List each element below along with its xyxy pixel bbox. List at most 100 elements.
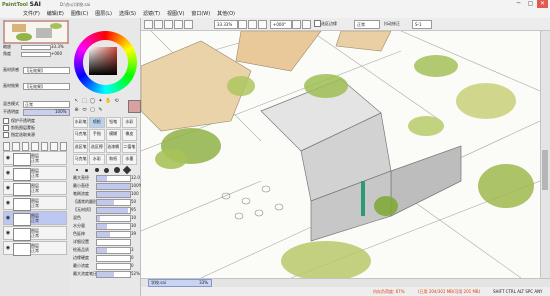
- brush-select-eraser[interactable]: 选区擦: [89, 141, 105, 153]
- zoom-icon[interactable]: ⊕: [73, 107, 80, 114]
- brush-blur[interactable]: 模糊: [105, 129, 121, 141]
- brush-param-slider[interactable]: [96, 183, 131, 190]
- rotate-left-icon[interactable]: [248, 20, 257, 29]
- menu-file[interactable]: 文件(F): [21, 10, 42, 18]
- brush-watercolor-2[interactable]: 水彩: [89, 153, 105, 165]
- brush-size-preset-4[interactable]: [103, 167, 110, 173]
- menu-select[interactable]: 选择(S): [117, 10, 138, 18]
- blend-select[interactable]: 正常: [23, 101, 70, 108]
- merge-down-icon[interactable]: [40, 142, 49, 151]
- delete-layer-icon[interactable]: [59, 142, 67, 151]
- brush-param-slider[interactable]: [96, 199, 131, 206]
- brush-param-slider[interactable]: [96, 263, 131, 270]
- brush-param-slider[interactable]: [96, 231, 131, 238]
- brush-bucket[interactable]: 油漆桶: [105, 141, 121, 153]
- flip-icon[interactable]: [302, 20, 311, 29]
- effect-select[interactable]: 【无效果】: [23, 83, 70, 90]
- brush-param-slider[interactable]: [96, 215, 131, 222]
- minimize-button[interactable]: ─: [513, 0, 524, 8]
- brush-param-slider[interactable]: [96, 239, 131, 246]
- navigator-preview[interactable]: [3, 20, 69, 44]
- rotate-icon[interactable]: ⟲: [113, 98, 120, 105]
- brush-param-slider[interactable]: [96, 255, 131, 262]
- drawing-canvas[interactable]: [141, 31, 540, 278]
- layer-item[interactable]: ◉ 图层 正常: [3, 196, 67, 211]
- brush-binary[interactable]: 二值笔: [121, 141, 137, 153]
- new-linework-icon[interactable]: [12, 142, 20, 151]
- frame-icon[interactable]: ▢: [89, 107, 96, 114]
- move-icon[interactable]: ↖: [73, 98, 80, 105]
- brush-param-slider[interactable]: [96, 207, 131, 214]
- document-tab[interactable]: 学校.sai 33%: [148, 279, 212, 287]
- stabilizer-select[interactable]: S-1: [412, 20, 432, 29]
- eye-icon[interactable]: ◉: [5, 230, 11, 236]
- menu-window[interactable]: 窗口(W): [189, 10, 212, 18]
- brush-size-preset-5[interactable]: [113, 167, 120, 173]
- rect-select-icon[interactable]: ⬚: [81, 98, 88, 105]
- lasso-icon[interactable]: ⬭: [81, 107, 88, 114]
- layer-item[interactable]: ◉ 图层 正常: [3, 211, 67, 226]
- layer-item[interactable]: ◉ 图层 正常: [3, 226, 67, 241]
- hand-icon[interactable]: ✋: [105, 98, 112, 105]
- brush-param-slider[interactable]: [96, 247, 131, 254]
- transfer-down-icon[interactable]: [31, 142, 39, 151]
- layer-item[interactable]: ◉ 图层 正常: [3, 181, 67, 196]
- invert-icon[interactable]: [164, 20, 173, 29]
- ellipse-select-icon[interactable]: ◯: [89, 98, 96, 105]
- zoom-in-icon[interactable]: [184, 20, 193, 29]
- clear-layer-icon[interactable]: [50, 142, 58, 151]
- brush-param-slider[interactable]: [96, 191, 131, 198]
- eyedropper-icon[interactable]: ✎: [97, 107, 104, 114]
- brush-param-slider[interactable]: [96, 271, 131, 278]
- brush-eraser[interactable]: 橡皮: [121, 129, 137, 141]
- brush-param-slider[interactable]: [96, 223, 131, 230]
- brush-marker[interactable]: 马克笔: [73, 129, 89, 141]
- zoom-reset-icon[interactable]: [238, 20, 247, 29]
- select-all-icon[interactable]: [144, 20, 153, 29]
- brush-size-preset-2[interactable]: [83, 167, 90, 173]
- nav-angle-slider[interactable]: [21, 52, 51, 57]
- new-layer-icon[interactable]: [3, 142, 11, 151]
- layer-item[interactable]: ◉ 图层 正常: [3, 241, 67, 256]
- close-button[interactable]: ✕: [537, 0, 548, 8]
- brush-size-preset-1[interactable]: [73, 167, 80, 173]
- brush-ink[interactable]: 水墨: [121, 153, 137, 165]
- eye-icon[interactable]: ◉: [5, 215, 11, 221]
- nav-zoom-slider[interactable]: [21, 45, 51, 50]
- brush-watercolor-pen[interactable]: 水彩笔: [73, 117, 89, 129]
- blend-mode-select[interactable]: 正常: [354, 20, 380, 29]
- current-color-swatch[interactable]: [128, 100, 141, 113]
- brush-size-preset-3[interactable]: [93, 167, 100, 173]
- brush-pencil[interactable]: 铅笔: [105, 117, 121, 129]
- menu-image[interactable]: 图像(C): [69, 10, 90, 18]
- saturation-value-square[interactable]: [89, 47, 117, 75]
- new-folder-icon[interactable]: [21, 142, 30, 151]
- brush-select-pen[interactable]: 选区笔: [73, 141, 89, 153]
- angle-field[interactable]: +000°: [270, 20, 292, 29]
- deselect-icon[interactable]: [154, 20, 163, 29]
- rotate-right-icon[interactable]: [258, 20, 267, 29]
- magic-wand-icon[interactable]: ✦: [97, 98, 104, 105]
- layer-item[interactable]: ◉ 图层 正常: [3, 166, 67, 181]
- menu-filter[interactable]: 滤镜(T): [141, 10, 162, 18]
- maximize-button[interactable]: ▢: [525, 0, 536, 8]
- menu-edit[interactable]: 编辑(E): [45, 10, 66, 18]
- vertical-scroll-thumb[interactable]: [542, 150, 548, 190]
- brush-airbrush[interactable]: 喷枪: [89, 117, 105, 129]
- menu-view[interactable]: 视图(V): [165, 10, 186, 18]
- menu-layer[interactable]: 图层(L): [93, 10, 114, 18]
- selection-source-checkbox[interactable]: [3, 132, 9, 138]
- eye-icon[interactable]: ◉: [5, 185, 11, 191]
- zoom-out-icon[interactable]: [174, 20, 183, 29]
- brush-param-slider[interactable]: [96, 175, 131, 182]
- eye-icon[interactable]: ◉: [5, 245, 11, 251]
- texture-select[interactable]: 【无效果】: [23, 67, 70, 74]
- eye-icon[interactable]: ◉: [5, 155, 11, 161]
- brush-finger[interactable]: 手指: [89, 129, 105, 141]
- brush-size-preset-6[interactable]: [122, 165, 131, 175]
- rotate-reset-icon[interactable]: [292, 20, 301, 29]
- eye-icon[interactable]: ◉: [5, 170, 11, 176]
- brush-watercolor[interactable]: 水彩: [121, 117, 137, 129]
- select-edge-checkbox[interactable]: [314, 20, 321, 27]
- zoom-field[interactable]: 33.33%: [214, 20, 238, 29]
